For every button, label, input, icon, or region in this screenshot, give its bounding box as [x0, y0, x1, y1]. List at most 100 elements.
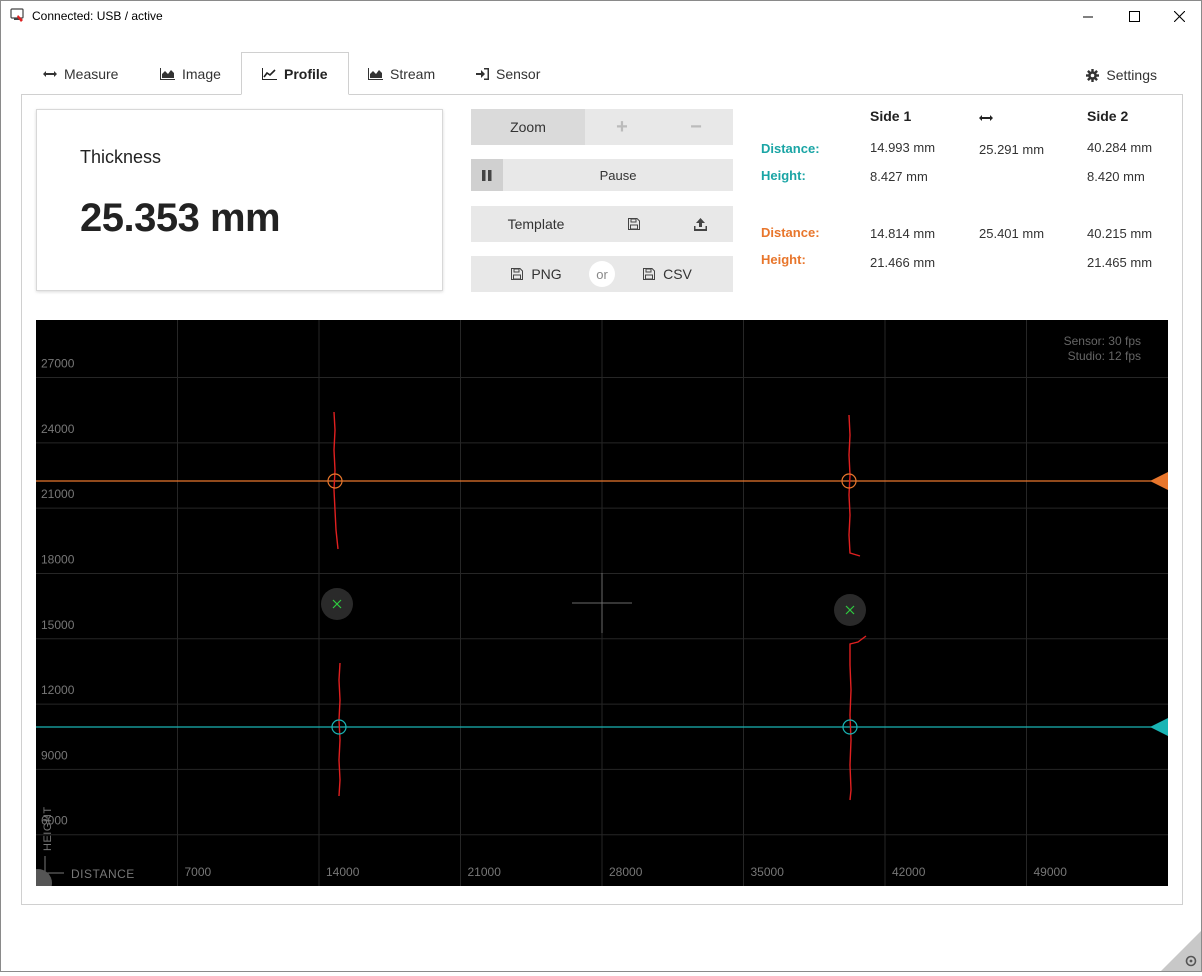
- y-tick-label: 9000: [41, 748, 68, 762]
- export-png-button[interactable]: PNG: [471, 256, 602, 292]
- between-icon: [979, 110, 993, 125]
- pause-label: Pause: [599, 167, 637, 183]
- orange-height-side1: 21.466 mm: [870, 255, 936, 270]
- y-tick-label: 21000: [41, 487, 75, 501]
- tab-label: Profile: [284, 65, 328, 82]
- orange-distance-side1: 14.814 mm: [870, 226, 936, 241]
- app-icon: [10, 8, 24, 22]
- zoom-control: Zoom + −: [471, 109, 733, 145]
- sensor-fps: Sensor: 30 fps: [1064, 334, 1141, 348]
- thickness-card: Thickness 25.353 mm: [36, 109, 443, 291]
- template-control: Template: [471, 206, 733, 242]
- orange-distance-between: 25.401 mm: [979, 226, 1045, 241]
- profile-plot-canvas[interactable]: 27000240002100018000150001200090006000 7…: [24, 320, 1168, 897]
- y-tick-label: 24000: [41, 422, 75, 436]
- tab-label: Stream: [390, 65, 436, 82]
- zoom-label: Zoom: [510, 119, 546, 135]
- resize-grip[interactable]: [1161, 931, 1201, 971]
- teal-distance-side1: 14.993 mm: [870, 140, 936, 155]
- tab-label: Sensor: [496, 65, 541, 82]
- tab-stream[interactable]: Stream: [368, 52, 435, 95]
- x-tick-label: 7000: [185, 865, 212, 879]
- tab-measure[interactable]: Measure: [43, 52, 118, 95]
- app-window: Connected: USB / active Measure Image Pr…: [0, 0, 1202, 972]
- template-save-button[interactable]: [601, 206, 667, 242]
- maximize-button[interactable]: [1111, 1, 1157, 32]
- floppy-disk-icon: [643, 268, 656, 280]
- y-tick-label: 18000: [41, 552, 75, 566]
- tab-profile[interactable]: Profile: [241, 52, 349, 95]
- export-control: PNG CSV or: [471, 256, 733, 292]
- template-label: Template: [507, 216, 565, 232]
- template-button[interactable]: Template: [471, 206, 601, 242]
- x-tick-label: 35000: [751, 865, 785, 879]
- gap-marker-left[interactable]: [321, 588, 353, 620]
- orange-height-side2: 21.465 mm: [1087, 255, 1153, 270]
- line-chart-icon: [262, 67, 277, 80]
- y-tick-label: 27000: [41, 357, 75, 371]
- zoom-button[interactable]: Zoom: [471, 109, 585, 145]
- window-title: Connected: USB / active: [32, 9, 163, 23]
- template-upload-button[interactable]: [667, 206, 733, 242]
- floppy-disk-icon: [511, 268, 524, 280]
- teal-distance-between: 25.291 mm: [979, 142, 1045, 157]
- thickness-value: 25.353 mm: [80, 196, 281, 240]
- x-tick-label: 49000: [1034, 865, 1068, 879]
- x-tick-label: 42000: [892, 865, 926, 879]
- sign-in-icon: [476, 67, 489, 80]
- teal-line-handle[interactable]: [1150, 718, 1168, 736]
- teal-distance-side2: 40.284 mm: [1087, 140, 1153, 155]
- x-tick-label: 28000: [609, 865, 643, 879]
- side2-header: Side 2: [1087, 108, 1129, 124]
- x-tick-label: 14000: [326, 865, 360, 879]
- teal-height-side2: 8.420 mm: [1087, 169, 1145, 184]
- orange-height-label: Height:: [761, 252, 806, 267]
- studio-fps: Studio: 12 fps: [1068, 349, 1141, 363]
- minimize-button[interactable]: [1065, 1, 1111, 32]
- maximize-icon: [1128, 11, 1140, 22]
- teal-height-label: Height:: [761, 168, 806, 183]
- thickness-label: Thickness: [80, 147, 162, 167]
- tab-bar: Measure Image Profile Stream Sensor Sett…: [21, 52, 1183, 95]
- area-chart-icon: [368, 67, 383, 80]
- distance-axis-label: DISTANCE: [71, 867, 135, 881]
- or-separator: or: [589, 261, 615, 287]
- settings-label: Settings: [1106, 67, 1157, 83]
- height-axis-label: HEIGHT: [42, 806, 54, 851]
- teal-height-side1: 8.427 mm: [870, 169, 928, 184]
- gap-marker-right[interactable]: [834, 594, 866, 626]
- orange-line-handle[interactable]: [1150, 472, 1168, 490]
- tab-image[interactable]: Image: [160, 52, 221, 95]
- tab-label: Image: [182, 65, 221, 82]
- pause-icon: [471, 159, 503, 191]
- zoom-in-button[interactable]: +: [585, 109, 659, 145]
- plus-icon: +: [616, 115, 628, 138]
- axis-origin-handle[interactable]: [24, 869, 52, 897]
- floppy-disk-icon: [628, 218, 640, 230]
- orange-distance-label: Distance:: [761, 225, 820, 240]
- close-button[interactable]: [1156, 1, 1202, 32]
- orange-distance-side2: 40.215 mm: [1087, 226, 1153, 241]
- y-tick-label: 15000: [41, 618, 75, 632]
- tab-sensor[interactable]: Sensor: [476, 52, 540, 95]
- settings-button[interactable]: Settings: [1086, 67, 1157, 83]
- area-chart-icon: [160, 67, 175, 80]
- minus-icon: −: [690, 115, 702, 138]
- side1-header: Side 1: [870, 108, 912, 124]
- zoom-out-button[interactable]: −: [659, 109, 733, 145]
- png-label: PNG: [531, 266, 562, 282]
- export-csv-button[interactable]: CSV: [602, 256, 733, 292]
- arrows-horizontal-icon: [43, 70, 57, 78]
- upload-icon: [693, 217, 707, 231]
- csv-label: CSV: [663, 266, 692, 282]
- center-crosshair: [572, 573, 632, 633]
- close-icon: [1173, 11, 1185, 22]
- teal-distance-label: Distance:: [761, 141, 820, 156]
- y-tick-label: 12000: [41, 683, 75, 697]
- profile-plot[interactable]: 27000 24000 21000 18000 15000 12000 9000 6000 7…: [24, 320, 1168, 897]
- tab-label: Measure: [64, 65, 119, 82]
- minimize-icon: [1082, 16, 1093, 18]
- x-tick-label: 21000: [468, 865, 502, 879]
- gear-icon: [1086, 68, 1100, 82]
- pause-button[interactable]: Pause: [471, 159, 733, 191]
